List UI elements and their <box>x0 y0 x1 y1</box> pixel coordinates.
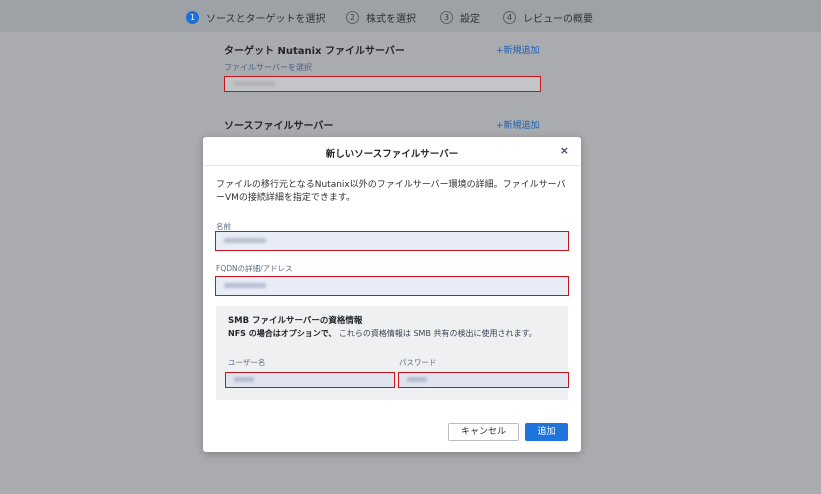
username-label: ユーザー名 <box>228 358 266 367</box>
smb-note-rest: これらの資格情報は SMB 共有の検出に使用されます。 <box>336 329 537 338</box>
smb-credentials-note: NFS の場合はオプションで、 これらの資格情報は SMB 共有の検出に使用され… <box>228 329 558 338</box>
step-number: 3 <box>440 11 453 24</box>
wizard-stepper: 1 ソースとターゲットを選択 2 株式を選択 3 設定 4 レビューの概要 <box>0 0 821 32</box>
username-field[interactable] <box>225 372 395 388</box>
new-source-fileserver-dialog: 新しいソースファイルサーバー × ファイルの移行元となるNutanix以外のファ… <box>203 137 581 452</box>
step-label: ソースとターゲットを選択 <box>206 14 326 25</box>
name-field[interactable] <box>215 231 569 251</box>
step-label: 株式を選択 <box>366 14 416 25</box>
redacted-value <box>234 377 254 382</box>
target-add-new-link[interactable]: +新規追加 <box>496 43 540 56</box>
redacted-value <box>224 238 266 243</box>
step-number: 2 <box>346 11 359 24</box>
close-icon[interactable]: × <box>560 144 569 157</box>
redacted-value <box>407 377 427 382</box>
cancel-button[interactable]: キャンセル <box>448 423 519 441</box>
redacted-value <box>224 283 266 288</box>
target-fileserver-select-label: ファイルサーバーを選択 <box>224 63 312 72</box>
dialog-header: 新しいソースファイルサーバー × <box>203 137 581 166</box>
dialog-description: ファイルの移行元となるNutanix以外のファイルサーバー環境の詳細。ファイルサ… <box>216 180 566 203</box>
step-number: 4 <box>503 11 516 24</box>
step-label: 設定 <box>460 14 480 25</box>
smb-note-bold: NFS の場合はオプションで、 <box>228 329 337 338</box>
step-settings[interactable]: 3 設定 <box>440 10 480 25</box>
add-button[interactable]: 追加 <box>525 423 568 441</box>
dialog-title: 新しいソースファイルサーバー <box>325 149 459 160</box>
step-label: レビューの概要 <box>523 14 593 25</box>
redacted-value <box>233 81 275 86</box>
step-select-source-target[interactable]: 1 ソースとターゲットを選択 <box>186 10 326 25</box>
smb-credentials-panel: SMB ファイルサーバーの資格情報 NFS の場合はオプションで、 これらの資格… <box>216 306 569 400</box>
target-fileserver-title: ターゲット Nutanix ファイルサーバー <box>224 46 405 57</box>
password-label: パスワード <box>399 358 437 367</box>
step-review-summary[interactable]: 4 レビューの概要 <box>503 10 593 25</box>
step-select-shares[interactable]: 2 株式を選択 <box>346 10 416 25</box>
source-fileserver-title: ソースファイルサーバー <box>224 121 334 132</box>
source-add-new-link[interactable]: +新規追加 <box>496 118 540 131</box>
smb-credentials-title: SMB ファイルサーバーの資格情報 <box>228 316 363 326</box>
step-number: 1 <box>186 11 199 24</box>
fqdn-address-field[interactable] <box>215 276 569 296</box>
password-field[interactable] <box>398 372 569 388</box>
target-fileserver-select[interactable] <box>224 76 541 92</box>
fqdn-label: FQDNの詳細/アドレス <box>216 264 293 273</box>
